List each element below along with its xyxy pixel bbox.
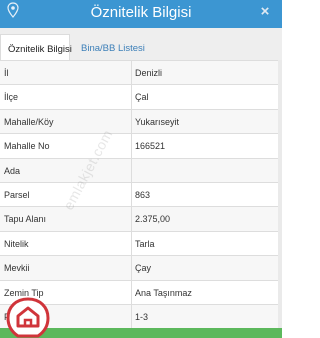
attribute-key: Ada (4, 165, 21, 176)
window-title: Öznitelik Bilgisi (90, 4, 192, 21)
brand-logo (6, 297, 50, 338)
table-row: İlçe Çal (0, 85, 278, 110)
attribute-key: Nitelik (4, 238, 29, 249)
attribute-value: Denizli (135, 68, 163, 78)
column-divider (131, 256, 132, 280)
table-row: Ada (0, 158, 278, 183)
column-divider (131, 158, 132, 182)
table-row: İl Denizli (0, 61, 278, 86)
tab-bar: Öznitelik Bilgisi Bina/BB Listesi (0, 28, 282, 64)
column-divider (131, 280, 132, 304)
table-row: Nitelik Tarla (0, 231, 278, 257)
attribute-value: Çal (135, 92, 149, 103)
table-row: Mahalle No 166521 (0, 134, 278, 159)
attribute-table: İl Denizli İlçe Çal Mahalle/Köy Yukarıse… (0, 60, 278, 330)
attribute-key: İl (4, 68, 9, 78)
attribute-key: Mahalle/Köy (4, 116, 54, 127)
attribute-key: İlçe (4, 92, 19, 103)
attribute-value: 2.375,00 (135, 214, 171, 225)
column-divider (131, 61, 132, 85)
attribute-value: Yukarıseyit (135, 116, 180, 127)
table-row: Mahalle/Köy Yukarıseyit (0, 109, 278, 135)
attribute-key: Mevkii (4, 263, 30, 274)
scroll-edge (278, 60, 282, 338)
column-divider (131, 109, 132, 134)
column-divider (131, 85, 132, 109)
window-titlebar: Öznitelik Bilgisi × (0, 0, 282, 28)
attribute-value: 166521 (135, 141, 166, 152)
column-divider (131, 134, 132, 158)
table-row: Mevkii Çay (0, 256, 278, 281)
attribute-value: Ana Taşınmaz (135, 287, 192, 298)
attribute-key: Parsel (4, 189, 30, 200)
attribute-key: Mahalle No (4, 141, 50, 152)
column-divider (131, 304, 132, 329)
attribute-value: Çay (135, 263, 152, 274)
attribute-value: 1-3 (135, 311, 149, 322)
table-row: Parsel 863 (0, 182, 278, 208)
column-divider (131, 231, 132, 256)
close-icon[interactable]: × (258, 4, 272, 19)
attribute-value: Tarla (135, 238, 155, 249)
table-row: Tapu Alanı 2.375,00 (0, 207, 278, 232)
attribute-key: Tapu Alanı (4, 214, 47, 225)
column-divider (131, 207, 132, 231)
column-divider (131, 182, 132, 207)
attribute-value: 863 (135, 189, 151, 200)
